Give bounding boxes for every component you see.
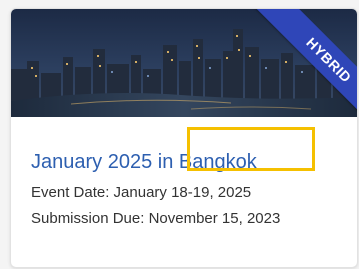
submission-due-label: Submission Due: — [31, 210, 149, 227]
page-background: HYBRID January 2025 in Bangkok Event Dat… — [0, 0, 359, 269]
submission-due-value: November 15, 2023 — [148, 210, 281, 227]
event-date-line: Event Date: January 18-19, 2025 — [31, 184, 251, 201]
event-date-label: Event Date: — [31, 184, 114, 201]
event-card[interactable]: HYBRID January 2025 in Bangkok Event Dat… — [10, 8, 358, 268]
event-card-body: January 2025 in Bangkok Event Date: Janu… — [11, 117, 357, 267]
event-title-link[interactable]: January 2025 in Bangkok — [31, 151, 257, 174]
event-title-month: January 2025 in — [31, 151, 179, 173]
event-title-city: Bangkok — [178, 151, 257, 173]
event-date-value: January 18-19, 2025 — [113, 184, 252, 201]
submission-due-line: Submission Due: November 15, 2023 — [31, 210, 280, 227]
